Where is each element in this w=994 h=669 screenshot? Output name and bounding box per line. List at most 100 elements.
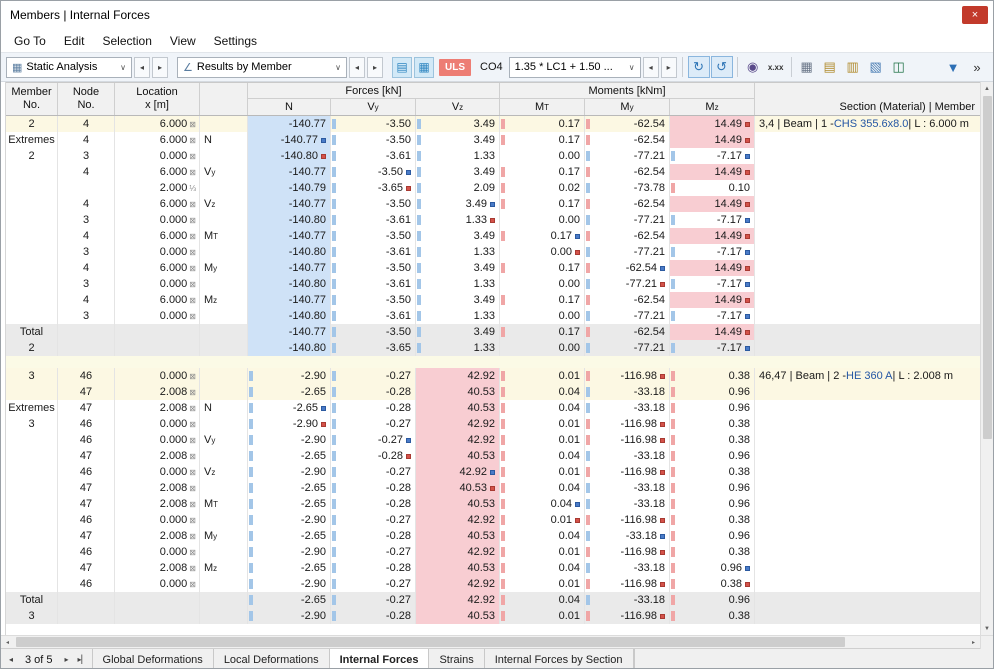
table-row[interactable]: 47 2.008 ⊠ My -2.65 -0.28 40.53 0.04 -33.18 0.96: [6, 528, 980, 544]
value-bar: [249, 547, 253, 557]
analysis-prev-button[interactable]: ◂: [134, 56, 150, 78]
toolbar-overflow-chevron[interactable]: »: [966, 56, 988, 78]
table-row[interactable]: 2 3 0.000 ⊠ -140.80 -3.61 1.33 0.00 -77.21 -7.17: [6, 148, 980, 164]
combination-prev-button[interactable]: ◂: [642, 56, 659, 78]
node-cell: 3: [58, 244, 115, 260]
table-row[interactable]: 47 2.008 ⊠ -2.65 -0.28 40.53 0.04 -33.18 0.96: [6, 384, 980, 400]
col-header-mt[interactable]: MT: [500, 99, 585, 115]
table-grid-icon[interactable]: ▦: [796, 56, 818, 78]
section-link[interactable]: HE 360 A: [846, 370, 892, 382]
section-cell: [755, 432, 980, 448]
results-next-button[interactable]: ▸: [367, 56, 383, 78]
table-row[interactable]: 3 0.000 ⊠ -140.80 -3.61 1.33 0.00 -77.21 -7.17: [6, 308, 980, 324]
results-mode-combo[interactable]: ∠ Results by Member ∨: [177, 56, 347, 78]
table-row[interactable]: 46 0.000 ⊠ -2.90 -0.27 42.92 0.01 -116.98 0.38: [6, 512, 980, 528]
value-bar: [586, 467, 590, 477]
tab-global-deformations[interactable]: Global Deformations: [91, 649, 214, 668]
table-row[interactable]: 2 -140.80 -3.65 1.33 0.00 -77.21 -7.17: [6, 340, 980, 356]
results-prev-button[interactable]: ◂: [349, 56, 365, 78]
filter-icon[interactable]: ▼: [942, 56, 964, 78]
analysis-type-combo[interactable]: ▦ Static Analysis ∨: [6, 56, 132, 78]
open-table-icon[interactable]: ▤: [819, 56, 841, 78]
value-cell: -7.17: [670, 148, 755, 164]
result-values-toggle-icon[interactable]: ▦: [414, 56, 434, 78]
show-result-values-icon[interactable]: ↻: [687, 56, 710, 78]
menu-view[interactable]: View: [161, 32, 205, 50]
table-grid-icon: ▦: [800, 59, 813, 74]
result-viewer-icon[interactable]: ◉: [742, 56, 764, 78]
table-row[interactable]: 4 6.000 ⊠ Vz -140.77 -3.50 3.49 0.17 -62.54 14.49: [6, 196, 980, 212]
table-row[interactable]: 4 6.000 ⊠ M T -140.77 -3.50 3.49 0.17 -62.54 14.49: [6, 228, 980, 244]
location-marker-icon: ⅓: [189, 183, 196, 193]
table-row[interactable]: 46 0.000 ⊠ -2.90 -0.27 42.92 0.01 -116.98 0.38: [6, 576, 980, 592]
table-row[interactable]: 46 0.000 ⊠ Vy -2.90 -0.27 42.92 0.01 -116.98 0.38: [6, 432, 980, 448]
table-row[interactable]: 2.000 ⅓ -140.79 -3.65 2.09 0.02 -73.78 0.10: [6, 180, 980, 196]
menu-edit[interactable]: Edit: [55, 32, 94, 50]
menu-go-to[interactable]: Go To: [5, 32, 55, 50]
col-header-node[interactable]: Node No.: [58, 83, 115, 115]
table-row[interactable]: 3 -2.90 -0.28 40.53 0.01 -116.98 0.38: [6, 608, 980, 624]
vertical-scrollbar-thumb[interactable]: [982, 96, 992, 439]
combination-next-button[interactable]: ▸: [660, 56, 677, 78]
value-bar: [332, 435, 336, 445]
table-row[interactable]: 4 6.000 ⊠ Mz -140.77 -3.50 3.49 0.17 -62.54 14.49: [6, 292, 980, 308]
col-header-n[interactable]: N: [248, 99, 331, 115]
tab-internal-forces[interactable]: Internal Forces: [328, 649, 430, 668]
members-internal-forces-window: Members | Internal Forces × Go To Edit Sel…: [0, 0, 994, 669]
section-link[interactable]: CHS 355.6x8.0: [834, 118, 909, 130]
horizontal-scrollbar[interactable]: ◂ ▸: [1, 635, 993, 649]
table-row[interactable]: 3 46 0.000 ⊠ -2.90 -0.27 42.92 0.01 -116.98 0.38 4…: [6, 368, 980, 384]
diagram-view-icon[interactable]: ▧: [865, 56, 887, 78]
table-row[interactable]: 47 2.008 ⊠ -2.65 -0.28 40.53 0.04 -33.18 0.96: [6, 448, 980, 464]
tab-internal-forces-by-section[interactable]: Internal Forces by Section: [483, 649, 634, 668]
analysis-next-button[interactable]: ▸: [152, 56, 168, 78]
next-table-button[interactable]: ▸: [60, 655, 74, 664]
col-header-my[interactable]: My: [585, 99, 670, 115]
value-cell: -2.90: [248, 544, 331, 560]
save-table-icon[interactable]: ▥: [842, 56, 864, 78]
table-row[interactable]: 47 2.008 ⊠ Mz -2.65 -0.28 40.53 0.04 -33.18 0.96: [6, 560, 980, 576]
col-header-member[interactable]: Member No.: [6, 83, 58, 115]
col-header-vy[interactable]: Vy: [331, 99, 416, 115]
scroll-right-icon[interactable]: ▸: [967, 636, 980, 649]
last-table-button[interactable]: ▸▏: [76, 655, 90, 664]
menu-selection[interactable]: Selection: [94, 32, 161, 50]
tab-local-deformations[interactable]: Local Deformations: [212, 649, 330, 668]
table-row[interactable]: 4 6.000 ⊠ My -140.77 -3.50 3.49 0.17 -62.54 14.49: [6, 260, 980, 276]
menu-settings[interactable]: Settings: [205, 32, 266, 50]
table-row[interactable]: 3 0.000 ⊠ -140.80 -3.61 1.33 0.00 -77.21 -7.17: [6, 244, 980, 260]
col-header-mz[interactable]: Mz: [670, 99, 755, 115]
value-bar: [332, 595, 336, 605]
col-header-vz[interactable]: Vz: [416, 99, 500, 115]
excel-export-icon[interactable]: ◫: [888, 56, 910, 78]
scroll-down-icon[interactable]: ▼: [981, 622, 994, 635]
col-header-location[interactable]: Location x [m]: [115, 83, 200, 115]
table-row[interactable]: 2 4 6.000 ⊠ -140.77 -3.50 3.49 0.17 -62.54 14.49 3…: [6, 116, 980, 132]
table-row[interactable]: 3 46 0.000 ⊠ -2.90 -0.27 42.92 0.01 -116.98 0.38: [6, 416, 980, 432]
table-row[interactable]: Total -2.65 -0.27 42.92 0.04 -33.18 0.96: [6, 592, 980, 608]
prev-table-button[interactable]: ◂: [4, 655, 18, 664]
vertical-scrollbar[interactable]: ▲ ▼: [980, 82, 993, 635]
table-row[interactable]: Total -140.77 -3.50 3.49 0.17 -62.54 14.49: [6, 324, 980, 340]
value-cell: 0.04: [500, 528, 585, 544]
table-row[interactable]: 46 0.000 ⊠ Vz -2.90 -0.27 42.92 0.01 -116.98 0.38: [6, 464, 980, 480]
table-row[interactable]: 3 0.000 ⊠ -140.80 -3.61 1.33 0.00 -77.21 -7.17: [6, 276, 980, 292]
decimal-places-icon[interactable]: x.xx: [765, 56, 787, 78]
table-row[interactable]: 47 2.008 ⊠ -2.65 -0.28 40.53 0.04 -33.18 0.96: [6, 480, 980, 496]
show-result-diagrams-icon[interactable]: ↺: [710, 56, 733, 78]
table-row[interactable]: 47 2.008 ⊠ M T -2.65 -0.28 40.53 0.04 -33.18 0.96: [6, 496, 980, 512]
scroll-left-icon[interactable]: ◂: [1, 636, 14, 649]
table-row[interactable]: 46 0.000 ⊠ -2.90 -0.27 42.92 0.01 -116.98 0.38: [6, 544, 980, 560]
value-cell: 40.53: [416, 560, 500, 576]
table-row[interactable]: Extremes 4 6.000 ⊠ N -140.77 -3.50 3.49 0.17 -62.…: [6, 132, 980, 148]
table-row[interactable]: Extremes 47 2.008 ⊠ N -2.65 -0.28 40.53 0.04 -33.…: [6, 400, 980, 416]
table-row[interactable]: 3 0.000 ⊠ -140.80 -3.61 1.33 0.00 -77.21 -7.17: [6, 212, 980, 228]
table-row[interactable]: 4 6.000 ⊠ Vy -140.77 -3.50 3.49 0.17 -62.54 14.49: [6, 164, 980, 180]
scroll-up-icon[interactable]: ▲: [981, 82, 994, 95]
horizontal-scrollbar-thumb[interactable]: [16, 636, 846, 647]
load-combination-combo[interactable]: 1.35 * LC1 + 1.50 ... ∨: [508, 56, 641, 78]
result-table-toggle-icon[interactable]: ▤: [392, 56, 412, 78]
close-button[interactable]: ×: [962, 6, 988, 24]
horizontal-scrollbar-track[interactable]: [14, 636, 967, 649]
tab-strains[interactable]: Strains: [428, 649, 485, 668]
